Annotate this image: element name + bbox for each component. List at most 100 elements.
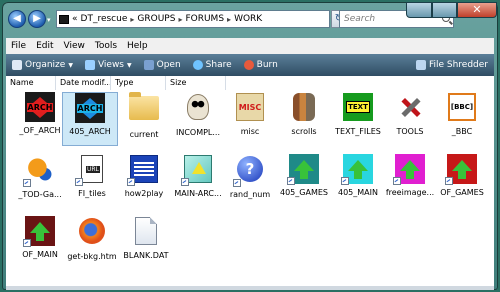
shortcut-arrow-icon [287,177,295,185]
list-item[interactable]: URL FI_tiles [64,154,120,208]
chevron-down-icon: ▼ [127,61,132,69]
menu-file[interactable]: File [6,41,31,51]
garfield-icon [23,156,55,187]
shortcut-arrow-icon [181,178,189,186]
item-label: 405_ARCH [69,127,111,136]
column-size[interactable]: Size [166,76,226,90]
recent-pages-dropdown-icon[interactable]: ▾ [47,16,51,24]
forward-button[interactable]: ▶ [28,10,46,28]
folder-location-icon [59,14,69,24]
share-button[interactable]: Share [187,60,238,70]
arrow-teal-icon [287,154,319,185]
views-label: Views [97,60,124,70]
list-item[interactable]: MAIN-ARC... [170,154,226,208]
share-icon [192,60,203,70]
organize-label: Organize [25,60,66,70]
item-label: INCOMPL... [175,128,221,137]
maximize-button[interactable] [432,2,457,18]
skull-icon [183,94,213,124]
item-label: OF_MAIN [22,250,58,259]
breadcrumb-forums[interactable]: FORUMS [185,14,224,24]
burn-icon [243,60,254,70]
main-arc-icon [181,155,213,186]
item-label: freeimage... [385,188,435,197]
arch-blue-icon: ARCH [75,93,105,123]
column-date-modified[interactable]: Date modif... [56,76,111,90]
list-item[interactable]: TEXT TEXT_FILES [330,92,386,146]
list-item[interactable]: freeimage... [382,154,438,208]
organize-button[interactable]: Organize ▼ [6,60,79,70]
breadcrumb-groups[interactable]: GROUPS [137,14,175,24]
list-item[interactable]: current [116,92,172,146]
arrow-magenta-icon [393,154,425,185]
item-label: how2play [124,189,164,198]
menu-help[interactable]: Help [122,41,153,51]
list-item[interactable]: INCOMPL... [170,92,226,146]
item-label: OF_GAMES [440,188,484,197]
item-label: 405_GAMES [280,188,328,197]
column-type[interactable]: Type [111,76,166,90]
views-icon [84,60,95,70]
open-icon [143,60,154,70]
list-item[interactable]: get-bkg.htm [64,216,120,270]
item-label: TOOLS [396,127,424,136]
text-files-icon: TEXT [343,93,373,123]
views-button[interactable]: Views ▼ [79,60,138,70]
list-item[interactable]: [BBC] _BBC [434,92,490,146]
open-button[interactable]: Open [138,60,187,70]
explorer-window: ◀ ▶ ▾ « DT_rescue ▸ GROUPS ▸ FORUMS ▸ WO… [2,2,498,290]
share-label: Share [205,60,232,70]
file-shredder-button[interactable]: File Shredder [410,60,494,70]
list-item[interactable]: ? rand_num [222,154,278,208]
breadcrumb-separator[interactable]: ▸ [178,15,182,24]
shortcut-arrow-icon [75,178,83,186]
list-item[interactable]: _TOD-Ga... [12,154,68,208]
menu-view[interactable]: View [59,41,90,51]
scrolls-icon [289,93,319,123]
list-item[interactable]: how2play [116,154,172,208]
item-label: get-bkg.htm [67,252,117,261]
burn-label: Burn [256,60,278,70]
search-placeholder: Search [344,14,376,24]
item-label: current [129,130,159,139]
list-item[interactable]: ARCH _OF_ARCH [12,92,68,146]
shortcut-arrow-icon [393,177,401,185]
list-item[interactable]: OF_MAIN [12,216,68,270]
list-item[interactable]: scrolls [276,92,332,146]
back-button[interactable]: ◀ [8,10,26,28]
how2play-icon [127,155,159,186]
misc-icon: MISC [235,93,265,123]
list-item[interactable]: ARCH 405_ARCH [62,92,118,146]
breadcrumb-separator[interactable]: ▸ [227,15,231,24]
breadcrumb-work[interactable]: WORK [234,14,262,24]
list-item[interactable]: MISC misc [222,92,278,146]
list-item[interactable]: BLANK.DAT [118,216,174,270]
breadcrumb-dt-rescue[interactable]: DT_rescue [81,14,128,24]
list-item[interactable]: TOOLS [382,92,438,146]
shortcut-arrow-icon [127,178,135,186]
shredder-icon [415,60,426,70]
item-label: scrolls [291,127,317,136]
column-name[interactable]: Name [6,76,56,90]
list-item[interactable]: 405_GAMES [276,154,332,208]
command-toolbar: Organize ▼ Views ▼ Open Share Burn File … [6,54,494,76]
minimize-button[interactable] [406,2,432,18]
breadcrumb-separator[interactable]: ▸ [130,15,134,24]
list-item[interactable]: 405_MAIN [330,154,386,208]
close-button[interactable]: ✕ [457,2,497,18]
shortcut-arrow-icon [341,177,349,185]
address-bar[interactable]: « DT_rescue ▸ GROUPS ▸ FORUMS ▸ WORK [56,10,330,28]
shortcut-arrow-icon [23,179,31,187]
breadcrumb-overflow[interactable]: « [72,14,78,24]
firefox-icon [77,218,107,248]
item-label: rand_num [229,190,271,199]
open-label: Open [156,60,181,70]
menu-edit[interactable]: Edit [31,41,58,51]
menu-tools[interactable]: Tools [90,41,122,51]
item-label: TEXT_FILES [335,127,381,136]
shortcut-arrow-icon [445,177,453,185]
arrow-red-icon [445,154,477,185]
burn-button[interactable]: Burn [238,60,284,70]
list-item[interactable]: OF_GAMES [434,154,490,208]
item-label: _BBC [451,127,473,136]
